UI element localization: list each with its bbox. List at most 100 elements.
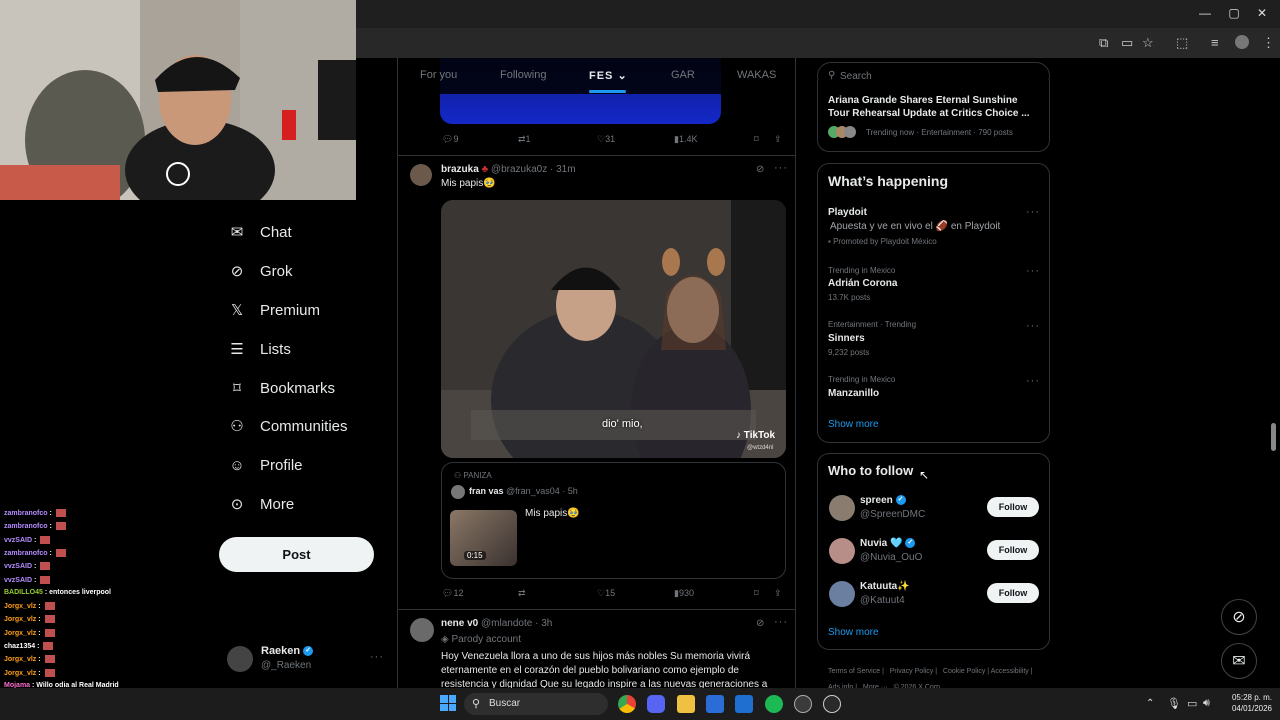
maximize-button[interactable]: ▢: [1224, 6, 1244, 20]
like-button[interactable]: ♡ 15: [597, 588, 615, 599]
network-icon[interactable]: ▭: [1187, 697, 1197, 710]
quote-video-thumb[interactable]: 0:15: [450, 510, 517, 566]
user-avatar[interactable]: [829, 495, 855, 521]
folder-icon[interactable]: [677, 695, 695, 713]
nav-bookmarks[interactable]: ⌑ Bookmarks: [228, 375, 335, 401]
post-avatar[interactable]: [410, 164, 432, 186]
chat-message: BADILLO45 : entonces liverpool: [4, 589, 111, 596]
discord-icon[interactable]: [647, 695, 665, 713]
author-handle[interactable]: @mlandote: [481, 618, 532, 629]
bookmark-icon[interactable]: ⌑: [754, 588, 759, 599]
nav-grok[interactable]: ⊘ Grok: [228, 258, 293, 284]
show-more-link[interactable]: Show more: [828, 627, 879, 638]
quoted-post[interactable]: ⚇ PANIZA fran vas @fran_vas04 · 5h 0:15 …: [441, 462, 786, 579]
account-name-row[interactable]: Raeken ✓: [261, 645, 314, 657]
trend-more-icon[interactable]: ···: [1026, 206, 1040, 218]
footer-link[interactable]: Privacy Policy: [890, 668, 934, 675]
trend-name[interactable]: Manzanillo: [828, 388, 879, 399]
user-avatar[interactable]: [829, 538, 855, 564]
author-handle[interactable]: @brazuka0z: [491, 164, 547, 175]
post-time[interactable]: · 3h: [535, 618, 552, 629]
trend-name[interactable]: Adrián Corona: [828, 278, 897, 289]
user-avatar[interactable]: [829, 581, 855, 607]
trend-name[interactable]: Sinners: [828, 333, 865, 344]
account-avatar[interactable]: [227, 646, 253, 672]
app-icon[interactable]: [823, 695, 841, 713]
star-icon[interactable]: ☆: [1142, 35, 1154, 51]
footer-link[interactable]: Cookie Policy: [943, 668, 985, 675]
nav-premium[interactable]: 𝕏 Premium: [228, 297, 320, 323]
follow-button[interactable]: Follow: [987, 583, 1039, 603]
views-button[interactable]: ▮ 930: [674, 588, 694, 599]
share-icon[interactable]: ⇪: [774, 134, 782, 145]
repost-button[interactable]: ⇄ 1: [518, 134, 531, 145]
author-name[interactable]: brazuka: [441, 164, 479, 175]
tab-wakas[interactable]: WAKAS: [737, 69, 776, 81]
tab-fes[interactable]: FES ⌄: [589, 69, 628, 82]
clock[interactable]: 05:28 p. m. 04/01/2026: [1220, 692, 1272, 714]
taskbar: [0, 688, 1280, 720]
media-icon[interactable]: ≡: [1211, 35, 1219, 50]
taskbar-search[interactable]: ⚲ Buscar: [464, 693, 608, 715]
follow-button[interactable]: Follow: [987, 540, 1039, 560]
follow-button[interactable]: Follow: [987, 497, 1039, 517]
tab-following[interactable]: Following: [500, 69, 546, 81]
trend-more-icon[interactable]: ···: [1026, 265, 1040, 277]
extensions-icon[interactable]: ⬚: [1176, 35, 1188, 51]
bookmark-icon[interactable]: ⌑: [754, 134, 759, 145]
obs-icon[interactable]: [794, 695, 812, 713]
nav-lists[interactable]: ☰ Lists: [228, 336, 291, 362]
trend-card[interactable]: Ariana Grande Shares Eternal Sunshine To…: [817, 80, 1050, 152]
nav-profile[interactable]: ☺ Profile: [228, 452, 302, 478]
volume-icon[interactable]: 🔊︎: [1203, 697, 1210, 710]
footer-link[interactable]: Accessibility: [991, 668, 1029, 675]
tab-for-you[interactable]: For you: [420, 69, 457, 81]
post-more-icon[interactable]: ···: [774, 616, 788, 628]
account-more-icon[interactable]: ···: [370, 651, 384, 663]
like-button[interactable]: ♡ 31: [597, 134, 615, 145]
show-more-link[interactable]: Show more: [828, 419, 879, 430]
footer-link[interactable]: Terms of Service: [828, 668, 880, 675]
trend-more-icon[interactable]: ···: [1026, 375, 1040, 387]
grok-fab-icon[interactable]: ⊘: [1221, 599, 1257, 635]
grok-post-icon[interactable]: ⊘: [756, 164, 764, 175]
profile-avatar[interactable]: [1235, 35, 1249, 49]
user-name-row[interactable]: Nuvia 🩵 ✓: [860, 538, 916, 549]
page-scrollbar[interactable]: [1271, 423, 1276, 451]
cast-icon[interactable]: ▭: [1121, 35, 1133, 51]
tab-gar[interactable]: GAR: [671, 69, 695, 81]
spotify-icon[interactable]: [765, 695, 783, 713]
translate-icon[interactable]: ⧉: [1099, 35, 1108, 51]
post-more-icon[interactable]: ···: [774, 162, 788, 174]
grok-post-icon[interactable]: ⊘: [756, 618, 764, 629]
menu-icon[interactable]: ⋮: [1262, 35, 1275, 51]
close-button[interactable]: ✕: [1252, 6, 1272, 20]
trend-more-icon[interactable]: ···: [1026, 320, 1040, 332]
reply-button[interactable]: 💬︎ 9: [442, 134, 458, 145]
nav-communities[interactable]: ⚇ Communities: [228, 413, 347, 439]
mail-app-icon[interactable]: [735, 695, 753, 713]
chat-emote-icon: [40, 562, 51, 571]
quote-text: Mis papis🥹: [525, 508, 580, 519]
views-button[interactable]: ▮ 1.4K: [674, 134, 697, 145]
post-video[interactable]: dio' mio, ♪ TikTok @wtzd4nl: [441, 200, 786, 458]
store-icon[interactable]: [706, 695, 724, 713]
post-time[interactable]: · 31m: [550, 164, 576, 175]
minimize-button[interactable]: —: [1195, 6, 1215, 20]
user-name-row[interactable]: Katuuta✨: [860, 581, 910, 592]
post-avatar[interactable]: [410, 618, 434, 642]
microphone-icon[interactable]: 🎙︎: [1167, 697, 1181, 710]
share-icon[interactable]: ⇪: [774, 588, 782, 599]
nav-more[interactable]: ⊙ More: [228, 491, 294, 517]
author-name[interactable]: nene v0: [441, 618, 478, 629]
chrome-icon[interactable]: [618, 695, 636, 713]
nav-chat[interactable]: ✉ Chat: [228, 219, 292, 245]
repost-button[interactable]: ⇄: [518, 588, 526, 599]
promo-title[interactable]: Playdoit: [828, 207, 867, 218]
post-button[interactable]: Post: [219, 537, 374, 572]
tray-chevron-icon[interactable]: ⌃: [1146, 698, 1154, 709]
windows-start-icon[interactable]: [440, 695, 456, 711]
messages-fab-icon[interactable]: ✉: [1221, 643, 1257, 679]
reply-button[interactable]: 💬︎ 12: [442, 588, 463, 599]
user-name-row[interactable]: spreen ✓: [860, 495, 906, 506]
